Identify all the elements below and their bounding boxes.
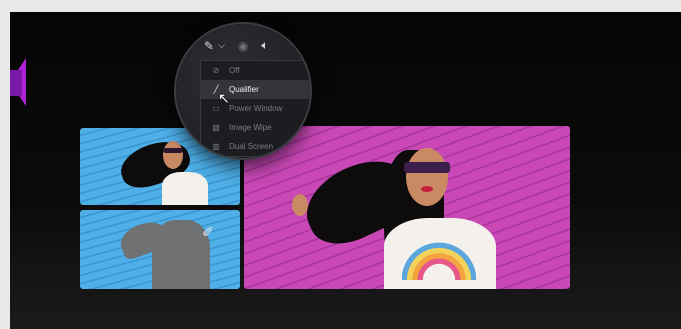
- highlight-mode-menu: ⊘ Off ╱ Qualifier ▭ Power Window ▧ Image…: [200, 60, 310, 157]
- shirt-rainbow-graphic: [402, 242, 476, 280]
- menu-item-image-wipe[interactable]: ▧ Image Wipe: [201, 118, 310, 137]
- disabled-icon: ⊘: [212, 66, 220, 75]
- menu-item-label: Qualifier: [229, 85, 259, 94]
- subject-hand: [292, 194, 308, 216]
- chevron-down-icon[interactable]: ⌵: [218, 40, 225, 51]
- wipe-icon: ▧: [212, 123, 220, 132]
- mouse-cursor-icon: ↖: [218, 90, 230, 106]
- subject-lips: [421, 186, 433, 192]
- subject-face: [163, 141, 183, 169]
- viewer-matte-thumbnail[interactable]: ✐: [80, 210, 240, 289]
- subject-shirt: [162, 172, 208, 205]
- menu-item-dual-screen[interactable]: ▥ Dual Screen: [201, 137, 310, 156]
- menu-item-label: Image Wipe: [229, 123, 272, 132]
- subject-sunglasses: [163, 148, 183, 153]
- side-tab-marker-shadow: [10, 70, 22, 96]
- viewer-toolbar: ✎ ⌵ ◉ 🔈︎: [204, 38, 269, 53]
- menu-item-label: Power Window: [229, 104, 283, 113]
- eye-icon[interactable]: ◉: [238, 39, 248, 53]
- menu-item-label: Off: [229, 66, 240, 75]
- menu-item-off[interactable]: ⊘ Off: [201, 61, 310, 80]
- magnifier-lens: ✎ ⌵ ◉ 🔈︎ ⊘ Off ╱ Qualifier ▭ Power Windo…: [176, 24, 310, 158]
- speaker-icon[interactable]: 🔈︎: [261, 38, 268, 53]
- subject-sunglasses: [404, 162, 450, 173]
- subject-face: [406, 148, 448, 206]
- pen-icon[interactable]: ✎: [204, 39, 214, 53]
- dual-screen-icon: ▥: [212, 142, 220, 151]
- viewer-stage: ✐ ✎ ⌵ ◉ 🔈︎ ⊘ Off ╱ Qualifier ▭ Power Win…: [10, 12, 681, 329]
- menu-item-label: Dual Screen: [229, 142, 274, 151]
- eyedropper-icon: ✐: [202, 224, 214, 240]
